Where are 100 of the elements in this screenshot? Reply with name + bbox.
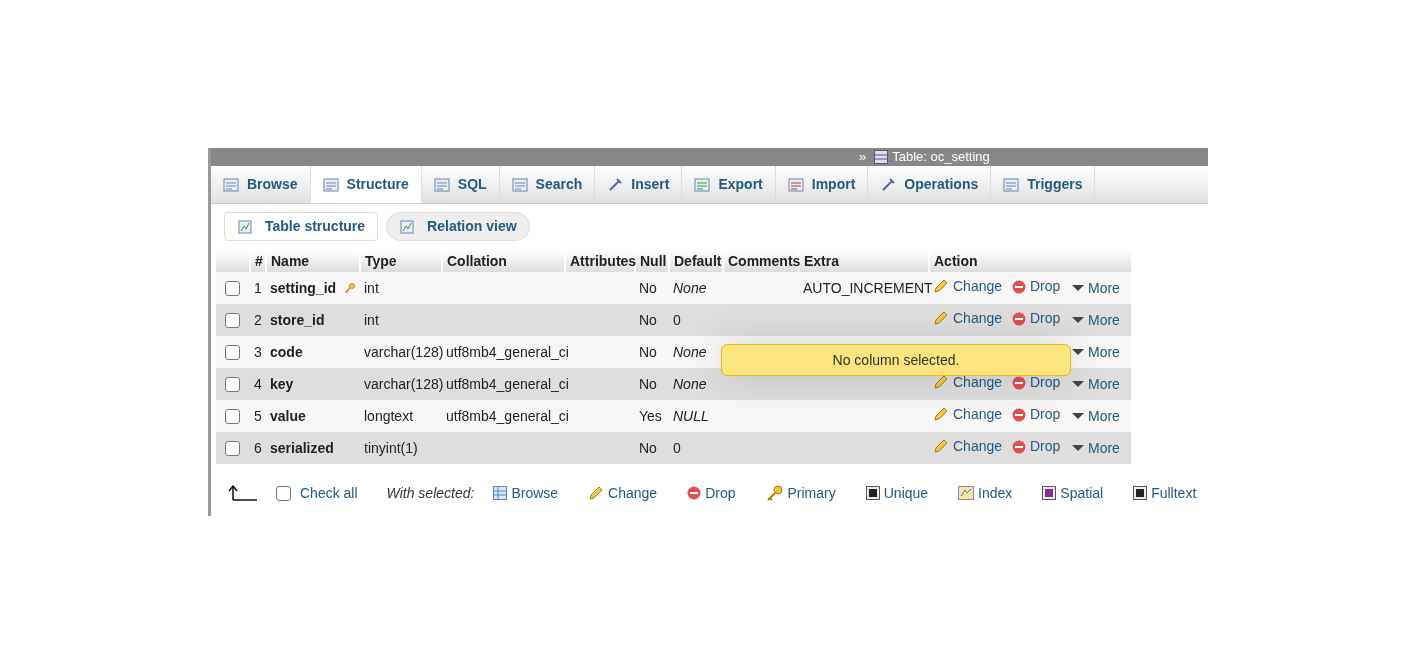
row-number: 5 [254,407,262,424]
bulk-action-link[interactable]: Unique [865,482,929,504]
bulk-action-link[interactable]: Primary [765,482,836,504]
tab[interactable]: Export [682,166,776,203]
column-collation: utf8mb4_general_ci [446,375,569,392]
drop-link[interactable]: Drop [1012,436,1061,458]
column-header: Collation [442,251,565,272]
bulk-action-link[interactable]: Spatial [1042,482,1104,504]
change-link[interactable]: Change [933,307,1003,329]
column-header: Attributes [565,251,635,272]
key-icon [344,280,356,296]
breadcrumb-link[interactable]: Table: oc_setting [892,147,990,167]
key-icon [765,485,784,501]
column-name: store_id [270,310,325,330]
table-icon [493,486,508,500]
row-checkbox[interactable] [225,440,240,456]
row-checkbox[interactable] [225,376,240,392]
column-name: value [270,406,306,426]
column-default: 0 [673,311,681,328]
tab[interactable]: Search [499,166,596,203]
subtab[interactable]: Table structure [224,212,379,241]
column-type: varchar(128) [364,375,444,392]
caret-icon [1072,380,1084,389]
caret-icon [1072,348,1084,357]
tab-icon [1003,176,1020,193]
column-null: Yes [639,407,662,424]
drop-link[interactable]: Drop [1012,308,1061,330]
column-name: setting_id [270,278,337,298]
bulk-action-link[interactable]: Browse [493,482,559,504]
tab[interactable]: Structure [310,166,422,203]
row-number: 2 [254,311,262,328]
pencil-icon [933,278,949,295]
subtab[interactable]: Relation view [386,212,530,241]
column-null: No [639,311,657,328]
tab[interactable]: Operations [868,166,992,203]
with-selected-label: With selected: [386,483,475,503]
column-collation: utf8mb4_general_ci [446,407,569,424]
drop-link[interactable]: Drop [1012,276,1061,298]
more-menu[interactable]: More [1072,341,1120,363]
tab-icon [607,176,624,193]
minus-circle-icon [687,486,702,500]
change-link[interactable]: Change [933,435,1003,457]
bulk-action-link[interactable]: Change [588,482,658,504]
structure-icon [237,218,253,235]
row-number: 3 [254,343,262,360]
row-number: 1 [254,279,262,296]
table-icon [874,150,889,164]
more-menu[interactable]: More [1072,277,1120,299]
caret-icon [1072,444,1084,453]
minus-circle-icon [1012,439,1026,454]
column-header: Null [635,251,669,272]
pencil-icon [933,374,949,391]
column-header: # [250,251,266,272]
bulk-action-link[interactable]: Index [958,482,1013,504]
column-collation: utf8mb4_general_ci [446,343,569,360]
bulk-action-link[interactable]: Fulltext [1133,482,1197,504]
row-checkbox[interactable] [225,312,240,328]
row-number: 4 [254,375,262,392]
pencil-icon [933,438,949,455]
more-menu[interactable]: More [1072,373,1120,395]
more-menu[interactable]: More [1072,309,1120,331]
check-all-label[interactable]: Check all [300,482,358,504]
column-default: None [673,279,707,296]
change-link[interactable]: Change [933,403,1003,425]
column-name: serialized [270,438,334,458]
drop-link[interactable]: Drop [1012,404,1061,426]
tab[interactable]: Triggers [991,166,1096,203]
caret-icon [1072,316,1084,325]
column-type: varchar(128) [364,343,444,360]
column-null: No [639,343,657,360]
row-checkbox[interactable] [225,280,240,296]
change-link[interactable]: Change [933,275,1003,297]
pencil-icon [933,406,949,423]
tab[interactable]: SQL [421,166,500,203]
column-header: Default [669,251,723,272]
minus-circle-icon [1012,375,1026,390]
more-menu[interactable]: More [1072,405,1120,427]
more-menu[interactable]: More [1072,437,1120,459]
breadcrumb-separator: » [859,148,867,167]
row-checkbox[interactable] [225,344,240,360]
column-default: None [673,343,707,360]
tab-icon [511,176,528,193]
bulk-action-link[interactable]: Drop [687,482,736,504]
tab[interactable]: Browse [211,166,311,203]
column-null: No [639,439,657,456]
column-header: Name [266,251,360,272]
tab[interactable]: Insert [595,166,683,203]
tooltip: No column selected. [721,344,1071,376]
tab-icon [433,176,450,193]
row-checkbox[interactable] [225,408,240,424]
index-icon [958,486,975,500]
minus-circle-icon [1012,407,1026,422]
column-default: NULL [673,407,709,424]
tab[interactable]: Import [775,166,869,203]
header-corner [216,251,250,272]
pencil-icon [588,485,605,501]
column-name: code [270,342,303,362]
check-all-checkbox[interactable] [276,485,291,501]
minus-circle-icon [1012,311,1026,326]
row-number: 6 [254,439,262,456]
